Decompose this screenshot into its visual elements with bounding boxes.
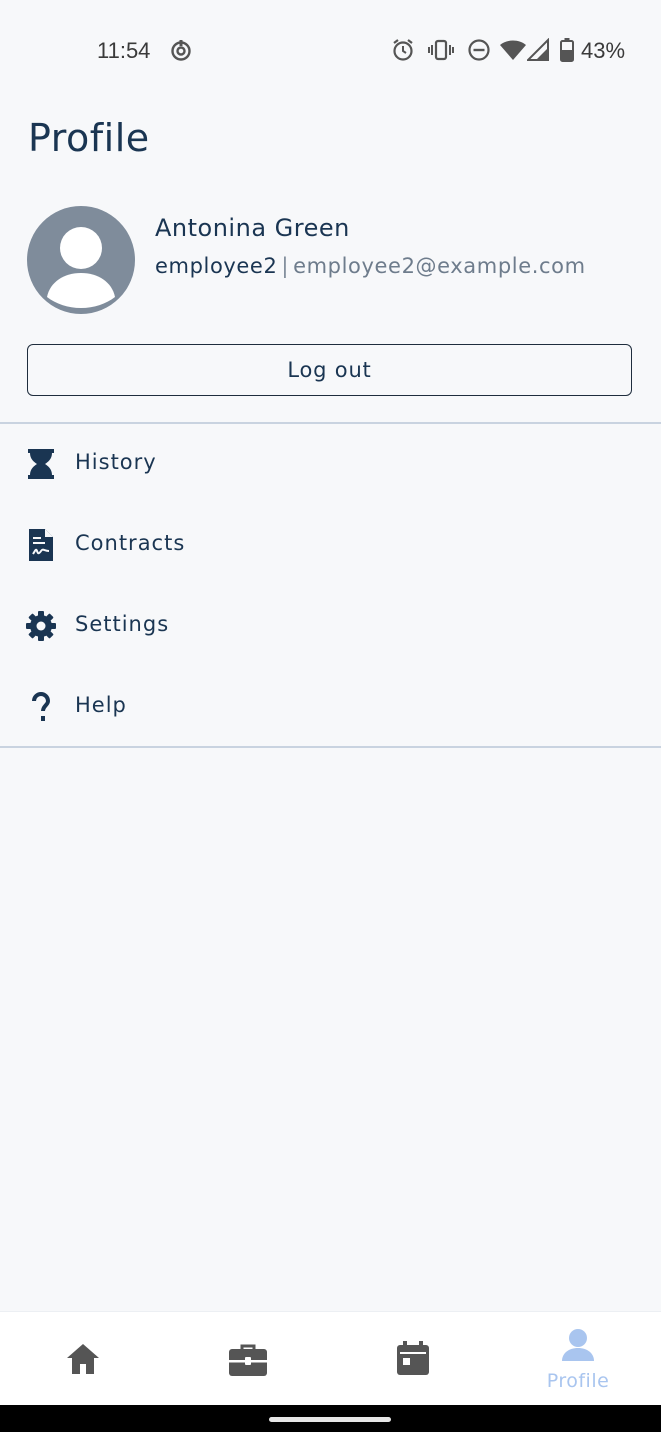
profile-icon [562, 1329, 594, 1361]
nav-profile-label: Profile [546, 1370, 610, 1392]
battery-icon [560, 38, 574, 66]
page-title: Profile [28, 116, 150, 160]
menu-item-label: Help [75, 693, 127, 717]
username: employee2 [155, 254, 278, 278]
briefcase-icon [229, 1344, 267, 1376]
gesture-handle[interactable] [269, 1417, 391, 1422]
divider-bottom [0, 746, 661, 748]
hourglass-icon [25, 448, 57, 480]
vibrate-icon [428, 38, 454, 66]
status-bar: 11:54 43% [0, 0, 661, 100]
nav-jobs[interactable] [188, 1312, 308, 1406]
menu-item-history[interactable]: History [0, 434, 661, 494]
menu-item-help[interactable]: Help [0, 677, 661, 737]
menu-item-settings[interactable]: Settings [0, 596, 661, 656]
home-icon [67, 1344, 99, 1374]
separator: | [281, 254, 290, 278]
signal-icon [525, 37, 549, 66]
user-avatar-icon [47, 227, 115, 308]
nav-calendar[interactable] [353, 1312, 473, 1406]
menu-item-label: Contracts [75, 531, 186, 555]
system-navigation-bar [0, 1405, 661, 1432]
menu-item-contracts[interactable]: Contracts [0, 515, 661, 575]
avatar [27, 206, 135, 314]
calendar-icon [397, 1341, 429, 1375]
logout-button[interactable]: Log out [27, 344, 632, 396]
alarm-icon [391, 38, 415, 66]
menu-item-label: Settings [75, 612, 170, 636]
do-not-disturb-icon [467, 38, 491, 66]
wifi-icon [499, 38, 527, 66]
nav-profile[interactable]: Profile [518, 1312, 638, 1406]
user-email: employee2@example.com [293, 254, 586, 278]
battery-percentage: 43% [581, 38, 626, 63]
question-mark-icon [25, 691, 57, 723]
user-account-line: employee2 | employee2@example.com [155, 254, 586, 278]
gear-icon [25, 610, 57, 642]
status-time: 11:54 [97, 38, 151, 63]
user-name: Antonina Green [155, 214, 350, 242]
divider-top [0, 422, 661, 424]
nav-home[interactable] [23, 1312, 143, 1406]
bottom-navigation: Profile [0, 1311, 661, 1406]
contract-document-icon [25, 529, 57, 561]
menu-item-label: History [75, 450, 157, 474]
sync-icon [170, 38, 192, 66]
